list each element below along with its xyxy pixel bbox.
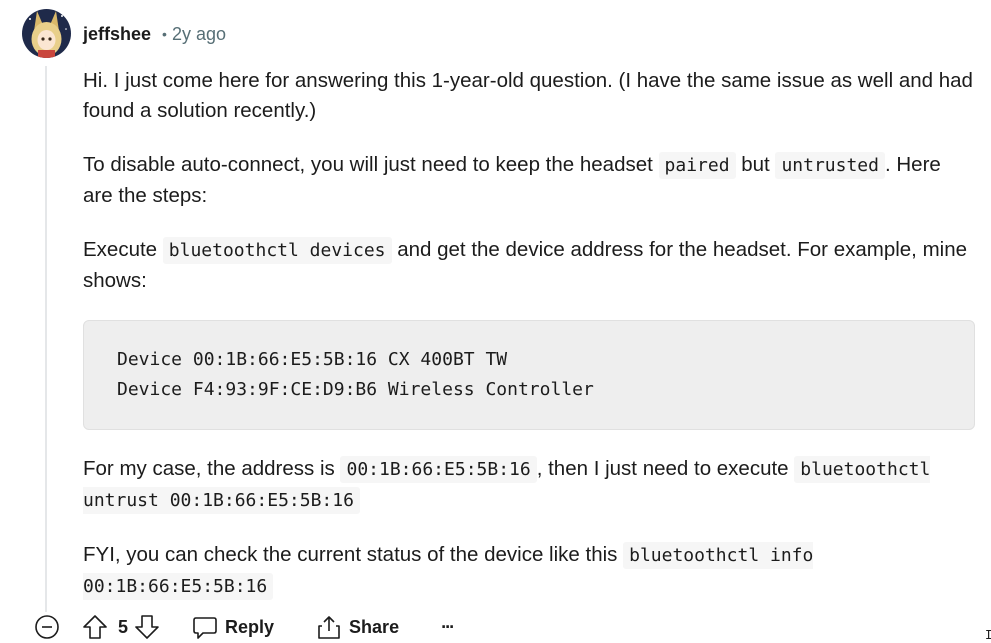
downvote-button[interactable] [134, 614, 160, 640]
share-label: Share [349, 616, 400, 637]
username-link[interactable]: jeffshee [83, 24, 151, 45]
collapse-button[interactable] [34, 614, 60, 640]
text-segment: To disable auto-connect, you will just n… [83, 153, 659, 176]
vote-score: 5 [118, 616, 129, 637]
upvote-button[interactable] [82, 614, 108, 640]
paragraph-intro: Hi. I just come here for answering this … [83, 69, 973, 122]
reply-button[interactable]: Reply [192, 614, 274, 640]
text-segment: For my case, the address is [83, 457, 341, 480]
avatar-image [22, 9, 71, 58]
paragraph-execute: Execute bluetoothctl devices and get the… [83, 235, 975, 296]
text-segment: but [735, 153, 776, 176]
thread-line[interactable] [45, 66, 47, 612]
share-button[interactable]: Share [316, 614, 399, 640]
minus-circle-icon [35, 615, 59, 639]
paragraph-address: For my case, the address is 00:1B:66:E5:… [83, 454, 975, 516]
paragraph-fyi: FYI, you can check the current status of… [83, 540, 975, 602]
arrow-up-icon [83, 615, 107, 639]
meta-separator: • [162, 26, 167, 42]
code-line: Device F4:93:9F:CE:D9:B6 Wireless Contro… [117, 379, 594, 400]
inline-code-untrusted: untrusted [775, 152, 885, 179]
inline-code-paired: paired [658, 152, 736, 179]
avatar[interactable] [22, 9, 71, 58]
more-options-button[interactable]: ··· [441, 617, 455, 638]
reply-label: Reply [225, 616, 275, 637]
code-line: Device 00:1B:66:E5:5B:16 CX 400BT TW [117, 349, 508, 370]
text-segment: Execute [83, 238, 163, 261]
text-segment: , then I just need to execute [536, 457, 795, 480]
inline-code-devices: bluetoothctl devices [162, 237, 392, 264]
share-icon [318, 616, 340, 639]
text-cursor-icon: I [985, 628, 991, 642]
comment-action-bar: 5 Reply Share ··· [34, 611, 455, 643]
code-block: Device 00:1B:66:E5:5B:16 CX 400BT TW Devi… [83, 320, 975, 430]
comment-meta: jeffshee • 2y ago [83, 22, 226, 46]
arrow-down-icon [135, 615, 159, 639]
text-segment: FYI, you can check the current status of… [83, 543, 624, 566]
comment-age[interactable]: 2y ago [172, 24, 226, 45]
paragraph-disable: To disable auto-connect, you will just n… [83, 150, 975, 211]
speech-bubble-icon [193, 617, 217, 639]
inline-code-address: 00:1B:66:E5:5B:16 [340, 456, 537, 483]
comment-body: Hi. I just come here for answering this … [83, 66, 975, 602]
